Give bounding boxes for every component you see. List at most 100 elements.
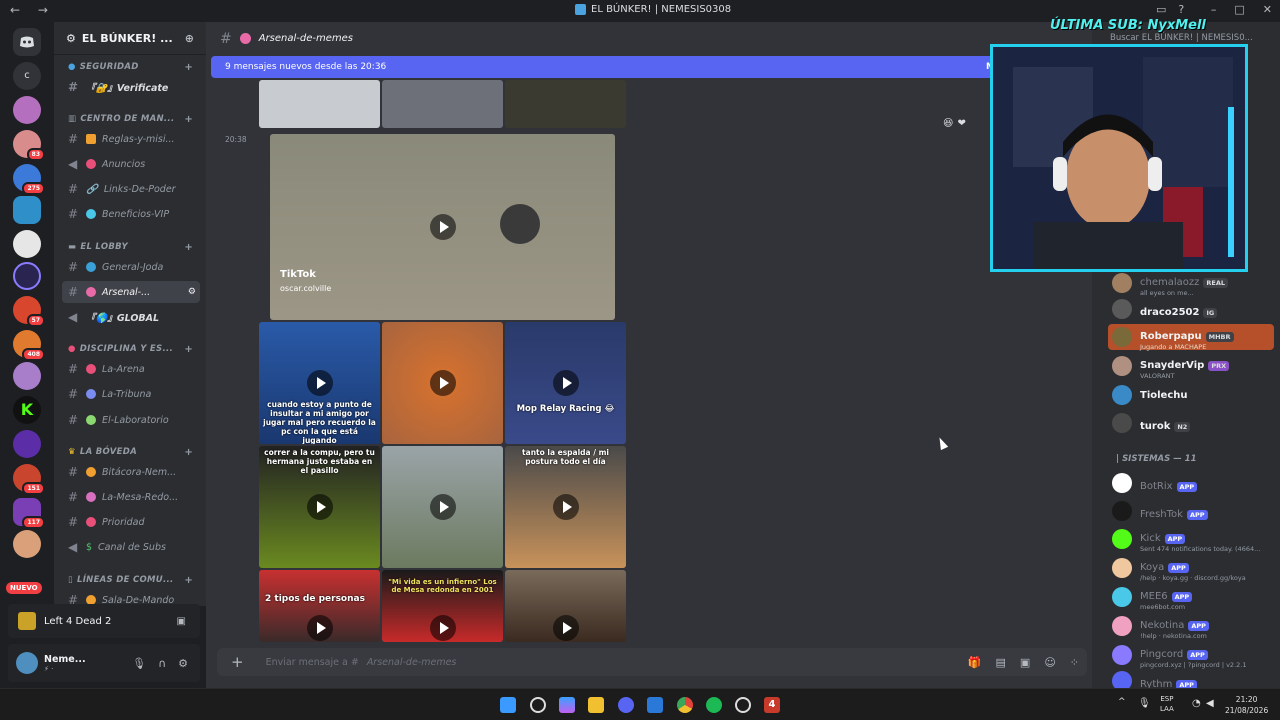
- copilot-icon[interactable]: [559, 697, 575, 713]
- channel-general[interactable]: # General-Joda: [62, 256, 200, 278]
- play-icon[interactable]: [552, 370, 579, 396]
- sticker-icon[interactable]: ▣: [1020, 656, 1030, 669]
- channel-bitacora[interactable]: # Bitácora-Nem...: [62, 461, 200, 483]
- add-attachment-icon[interactable]: +: [231, 653, 244, 671]
- add-channel-icon[interactable]: +: [184, 447, 193, 458]
- video-thumbnail[interactable]: [505, 570, 626, 642]
- play-icon[interactable]: [306, 614, 333, 641]
- server-icon[interactable]: 408: [13, 330, 45, 361]
- new-messages-bar[interactable]: 9 mensajes nuevos desde las 20:36 M: [211, 56, 1001, 78]
- channel-tribuna[interactable]: # La-Tribuna: [62, 383, 200, 405]
- clock[interactable]: 21:20 21/08/2026: [1225, 694, 1268, 716]
- server-icon[interactable]: [13, 230, 41, 258]
- file-explorer-icon[interactable]: [588, 697, 604, 713]
- spotify-icon[interactable]: [706, 697, 722, 713]
- server-search[interactable]: Buscar EL BÚNKER! | NEMESIS0...: [1110, 33, 1253, 43]
- volume-icon[interactable]: ◀: [1206, 698, 1214, 709]
- video-thumbnail[interactable]: [382, 446, 503, 568]
- message-composer[interactable]: + Enviar mensaje a # Arsenal-de-memes 🎁 …: [217, 648, 1087, 676]
- bot-item[interactable]: MEE6 APP mee6bot.com: [1112, 584, 1274, 611]
- server-icon[interactable]: 57: [13, 296, 45, 327]
- video-thumbnail[interactable]: [505, 80, 626, 128]
- channel-global[interactable]: ◀ 『🌎』GLOBAL: [62, 306, 200, 328]
- inbox-icon[interactable]: ▭: [1156, 3, 1166, 16]
- settings-icon[interactable]: ⚙: [188, 287, 196, 297]
- add-member-icon[interactable]: ⊕: [185, 32, 194, 45]
- bot-item[interactable]: BotRix APP: [1112, 470, 1274, 496]
- video-thumbnail[interactable]: 2 tipos de personas: [259, 570, 380, 642]
- obs-icon[interactable]: [735, 697, 751, 713]
- member-item[interactable]: chemalaozz REAL all eyes on me...: [1112, 270, 1274, 297]
- member-item[interactable]: draco2502 IG: [1112, 296, 1274, 322]
- activity-panel[interactable]: Left 4 Dead 2 ▣: [8, 604, 200, 638]
- tray-chevron-icon[interactable]: ^: [1118, 697, 1126, 707]
- microphone-tray-icon[interactable]: 🎙: [1138, 698, 1151, 709]
- game-taskbar-icon[interactable]: 4: [764, 697, 780, 713]
- help-icon[interactable]: ?: [1178, 3, 1184, 16]
- minimize-icon[interactable]: –: [1211, 3, 1217, 16]
- server-icon[interactable]: [13, 362, 41, 390]
- channel-laboratorio[interactable]: # El-Laboratorio: [62, 409, 200, 431]
- play-icon[interactable]: [552, 614, 579, 641]
- category-centro[interactable]: ▥ CENTRO DE MAN... +: [68, 114, 193, 125]
- channel-verificate[interactable]: # 『🔐』Verificate: [62, 76, 200, 98]
- play-icon[interactable]: [429, 370, 456, 396]
- microphone-icon[interactable]: 🎙: [132, 657, 146, 670]
- screen-share-icon[interactable]: ▣: [177, 616, 186, 627]
- windows-start-icon[interactable]: [500, 697, 516, 713]
- gear-icon[interactable]: ⚙: [178, 657, 188, 670]
- add-channel-icon[interactable]: +: [184, 242, 193, 253]
- channel-links[interactable]: # 🔗 Links-De-Poder: [62, 178, 200, 200]
- forward-arrow-icon[interactable]: →: [38, 3, 48, 17]
- play-icon[interactable]: [306, 494, 333, 520]
- bot-item[interactable]: Nekotina APP !help · nekotina.com: [1112, 613, 1274, 640]
- video-thumbnail[interactable]: correr a la compu, pero tu hermana justo…: [259, 446, 380, 568]
- bot-item[interactable]: Koya APP/help · koya.gg · discord.gg/koya: [1112, 555, 1274, 582]
- video-thumbnail[interactable]: [259, 80, 380, 128]
- server-icon[interactable]: [13, 430, 41, 458]
- discord-home-icon[interactable]: [13, 28, 41, 56]
- chrome-icon[interactable]: [677, 697, 693, 713]
- server-icon[interactable]: 83: [13, 130, 45, 161]
- play-icon[interactable]: [429, 494, 456, 520]
- server-icon-active[interactable]: [13, 196, 41, 224]
- play-icon[interactable]: [306, 370, 333, 396]
- language-indicator[interactable]: ESP LAA: [1160, 694, 1174, 714]
- channel-anuncios[interactable]: ◀ Anuncios: [62, 153, 200, 175]
- video-thumbnail-large[interactable]: TikTok oscar.colville: [270, 134, 615, 320]
- member-item[interactable]: Tiolechu: [1112, 382, 1274, 408]
- play-icon[interactable]: [552, 494, 579, 520]
- bot-item[interactable]: FreshTok APP: [1112, 498, 1274, 524]
- add-channel-icon[interactable]: +: [184, 62, 193, 73]
- video-thumbnail[interactable]: "Mi vida es un infierno" Los de Mesa red…: [382, 570, 503, 642]
- emoji-picker-icon[interactable]: ☺: [1044, 656, 1055, 669]
- video-thumbnail[interactable]: Mop Relay Racing 😂: [505, 322, 626, 444]
- channel-beneficios[interactable]: # Beneficios-VIP: [62, 203, 200, 225]
- channel-arena[interactable]: # La-Arena: [62, 358, 200, 380]
- guild-header[interactable]: ⚙ EL BÚNKER! ... ⊕: [54, 22, 206, 55]
- bot-item[interactable]: Rythm APP: [1112, 668, 1274, 688]
- apps-icon[interactable]: ⁘: [1070, 656, 1079, 669]
- headphones-icon[interactable]: ∩: [158, 657, 166, 670]
- channel-reglas[interactable]: # Reglas-y-misi...: [62, 128, 200, 150]
- channel-subs[interactable]: ◀ $ Canal de Subs: [62, 536, 200, 558]
- gift-icon[interactable]: 🎁: [968, 656, 982, 669]
- bot-item[interactable]: Pingcord APP pingcord.xyz | ?pingcord | v2…: [1112, 642, 1274, 669]
- back-arrow-icon[interactable]: ←: [10, 3, 20, 17]
- add-channel-icon[interactable]: +: [184, 575, 193, 586]
- gif-icon[interactable]: ▤: [996, 656, 1006, 669]
- close-icon[interactable]: ✕: [1263, 3, 1272, 16]
- category-lobby[interactable]: ▬ EL LOBBY +: [68, 242, 193, 253]
- discord-taskbar-icon[interactable]: [618, 697, 634, 713]
- video-thumbnail[interactable]: tanto la espalda / mi postura todo el dí…: [505, 446, 626, 568]
- add-channel-icon[interactable]: +: [184, 114, 193, 125]
- bot-item[interactable]: Kick APP Sent 474 notifications today. (46…: [1112, 526, 1274, 553]
- play-icon[interactable]: [429, 214, 456, 240]
- member-item[interactable]: SnayderVip PRX VALORANT: [1112, 353, 1274, 380]
- category-disciplina[interactable]: ● DISCIPLINA Y ES... +: [68, 344, 193, 355]
- search-icon[interactable]: [530, 697, 546, 713]
- play-icon[interactable]: [429, 614, 456, 641]
- laugh-emoji[interactable]: 😆: [943, 118, 953, 129]
- category-lineas[interactable]: ▯ LÍNEAS DE COMU... +: [68, 575, 193, 586]
- video-thumbnail[interactable]: [382, 322, 503, 444]
